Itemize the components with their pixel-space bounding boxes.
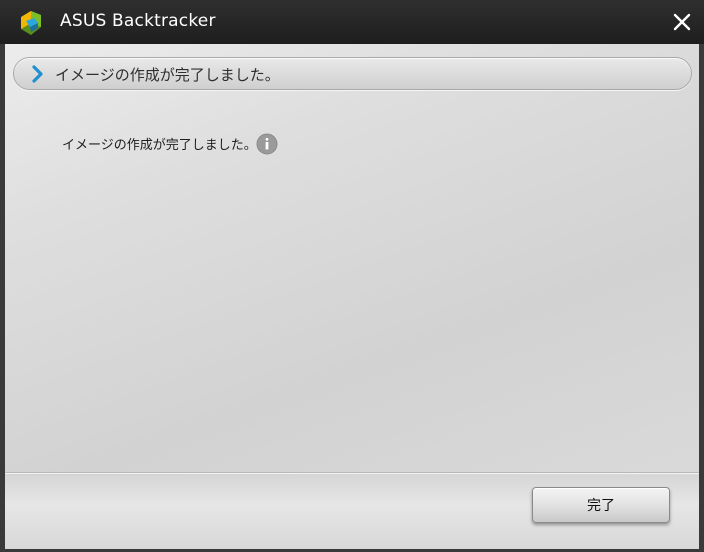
dialog-content: イメージの作成が完了しました。 イメージの作成が完了しました。 完了 xyxy=(5,44,699,549)
window-title: ASUS Backtracker xyxy=(60,11,216,31)
step-header: イメージの作成が完了しました。 xyxy=(13,57,692,90)
done-button[interactable]: 完了 xyxy=(532,487,670,523)
chevron-right-icon xyxy=(32,65,43,83)
close-icon[interactable] xyxy=(668,8,696,36)
title-bar[interactable]: ASUS Backtracker xyxy=(0,0,704,44)
info-icon[interactable] xyxy=(256,133,278,155)
asus-backtracker-logo-icon xyxy=(21,11,41,35)
footer-divider xyxy=(5,472,699,474)
step-header-text: イメージの作成が完了しました。 xyxy=(55,66,280,84)
status-message: イメージの作成が完了しました。 xyxy=(62,138,257,153)
app-window: ASUS Backtracker イメージの作成が完了しました。 イメージの作成… xyxy=(0,0,704,552)
